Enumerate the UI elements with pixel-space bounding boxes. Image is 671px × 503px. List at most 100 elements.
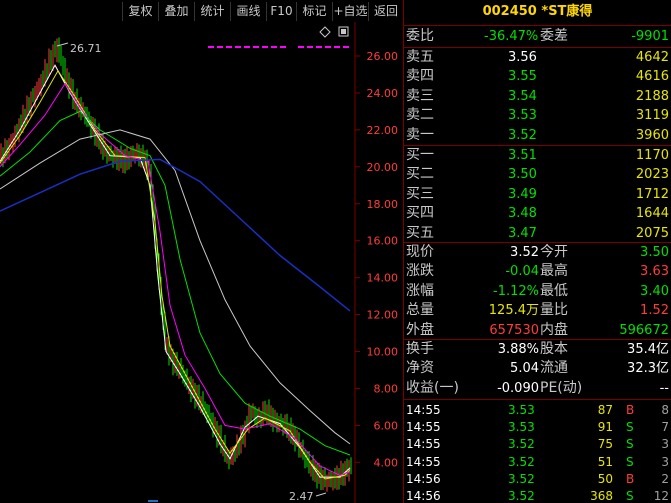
diamond-icon[interactable] xyxy=(319,26,331,38)
price-tick-label: 22.00 xyxy=(367,124,399,137)
candle-body xyxy=(132,154,134,156)
candle-body xyxy=(170,353,172,358)
bid-label: 买一 xyxy=(406,147,434,163)
kline-chart[interactable]: 26.00 24.00 22.00 20.00 18.00 16.00 14.00 12.00… xyxy=(0,22,403,503)
bid-price: 3.51 xyxy=(508,148,537,163)
stat-row: 外盘 657530 内盘 596672 xyxy=(404,321,671,340)
tick-price: 3.52 xyxy=(508,489,535,503)
candle-body xyxy=(238,443,240,447)
quote-panel: 002450 *ST康得 委比 -36.47% 委差 -9901 卖五 3.56 4… xyxy=(404,0,671,503)
ask-row: 卖一 3.52 3960 xyxy=(404,126,671,145)
fuquan-button[interactable]: 复权 xyxy=(122,2,158,21)
bid-volume: 1170 xyxy=(635,148,669,163)
candle-body xyxy=(104,149,106,152)
candle-body xyxy=(58,44,60,55)
stat-value: -1.12% xyxy=(493,283,539,299)
fund-label: 收益(一) xyxy=(406,379,459,396)
tick-side: S xyxy=(626,420,634,435)
window-icon-inner xyxy=(341,29,346,34)
bid-row: 买三 3.49 1712 xyxy=(404,185,671,204)
bid-row: 买五 3.47 2075 xyxy=(404,224,671,243)
fund-value: 32.3亿 xyxy=(627,361,669,377)
stock-name: *ST康得 xyxy=(541,4,593,19)
candle-body xyxy=(252,412,254,415)
candle-body xyxy=(134,152,136,155)
stat-value: 3.50 xyxy=(640,245,669,260)
ask-label: 卖四 xyxy=(406,68,434,85)
candle-body xyxy=(52,50,54,63)
price-axis: 26.00 24.00 22.00 20.00 18.00 16.00 14.00 12.00… xyxy=(355,50,398,469)
stat-row: 涨跌 -0.04 最高 3.63 xyxy=(404,262,671,281)
fund-value: -0.090 xyxy=(497,380,539,396)
draw-line-button[interactable]: 画线 xyxy=(230,2,266,21)
candle-body xyxy=(36,88,38,93)
fund-value: 5.04 xyxy=(510,361,539,377)
candle-body xyxy=(172,353,174,367)
bid-volume: 2075 xyxy=(635,225,669,241)
tick-price: 3.52 xyxy=(508,437,535,452)
tick-side: B xyxy=(626,471,635,486)
fund-value: 3.88% xyxy=(497,342,539,357)
stat-label: 外盘 xyxy=(406,321,434,338)
ask-label: 卖一 xyxy=(406,126,434,143)
tick-volume: 87 xyxy=(597,403,613,417)
bid-label: 买四 xyxy=(406,205,434,222)
candle-body xyxy=(20,122,22,127)
tick-row: 14:56 3.52 50 B 2 xyxy=(404,470,671,489)
candle-body xyxy=(350,465,352,467)
candle-body xyxy=(328,479,330,481)
tick-time: 14:55 xyxy=(406,420,441,435)
price-tick-label: 26.00 xyxy=(367,50,399,63)
tick-row: 14:55 3.52 51 S 3 xyxy=(404,453,671,472)
bid-row: 买二 3.50 2023 xyxy=(404,165,671,184)
candle-body xyxy=(142,153,144,164)
ma60-line xyxy=(0,129,351,445)
candlesticks xyxy=(0,37,352,492)
fund-label: 股本 xyxy=(540,341,568,357)
tick-side: S xyxy=(626,489,634,503)
weibi-row: 委比 -36.47% 委差 -9901 xyxy=(404,27,671,46)
ask-label: 卖三 xyxy=(406,87,434,104)
candle-body xyxy=(222,443,224,448)
candle-body xyxy=(62,60,64,67)
ma10-line xyxy=(0,69,351,480)
tick-count: 3 xyxy=(661,454,669,469)
low-price-label: 2.47 xyxy=(289,490,314,503)
tick-volume: 50 xyxy=(597,471,613,486)
ask-volume: 3960 xyxy=(635,127,669,143)
ask-price: 3.53 xyxy=(508,108,537,124)
bid-label: 买三 xyxy=(406,185,434,202)
candle-body xyxy=(66,76,68,78)
statistics-button[interactable]: 统计 xyxy=(194,2,230,21)
f10-button[interactable]: F10 xyxy=(266,2,296,21)
tick-count: 8 xyxy=(661,403,669,417)
stat-value: 3.52 xyxy=(510,245,539,260)
tick-side: B xyxy=(626,403,635,417)
add-watchlist-button[interactable]: +自选 xyxy=(332,2,368,21)
candle-body xyxy=(112,154,114,159)
candle-body xyxy=(60,54,62,61)
candle-body xyxy=(40,78,42,88)
mark-button[interactable]: 标记 xyxy=(296,2,332,21)
back-button[interactable]: 返回 xyxy=(368,2,403,21)
candle-body xyxy=(122,156,124,165)
tick-row: 14:56 3.52 368 S 12 xyxy=(404,487,671,503)
tick-time: 14:56 xyxy=(406,489,441,503)
stat-label: 量比 xyxy=(540,302,568,319)
stat-label: 现价 xyxy=(406,244,434,260)
tick-volume: 368 xyxy=(590,489,613,503)
price-tick-label: 24.00 xyxy=(367,87,399,100)
high-price-label: 26.71 xyxy=(70,42,102,55)
weicha-label: 委差 xyxy=(540,28,568,44)
bid-price: 3.50 xyxy=(508,167,537,183)
fund-label: 流通 xyxy=(540,360,568,377)
ask-row: 卖五 3.56 4642 xyxy=(404,48,671,67)
ask-volume: 2188 xyxy=(635,88,669,104)
overlay-button[interactable]: 叠加 xyxy=(158,2,194,21)
price-tick-label: 12.00 xyxy=(367,309,399,322)
stat-row: 涨幅 -1.12% 最低 3.40 xyxy=(404,282,671,301)
price-tick-label: 4.00 xyxy=(374,456,399,469)
tick-time: 14:55 xyxy=(406,454,441,469)
ask-row: 卖三 3.54 2188 xyxy=(404,87,671,106)
low-marker-line xyxy=(315,492,327,497)
